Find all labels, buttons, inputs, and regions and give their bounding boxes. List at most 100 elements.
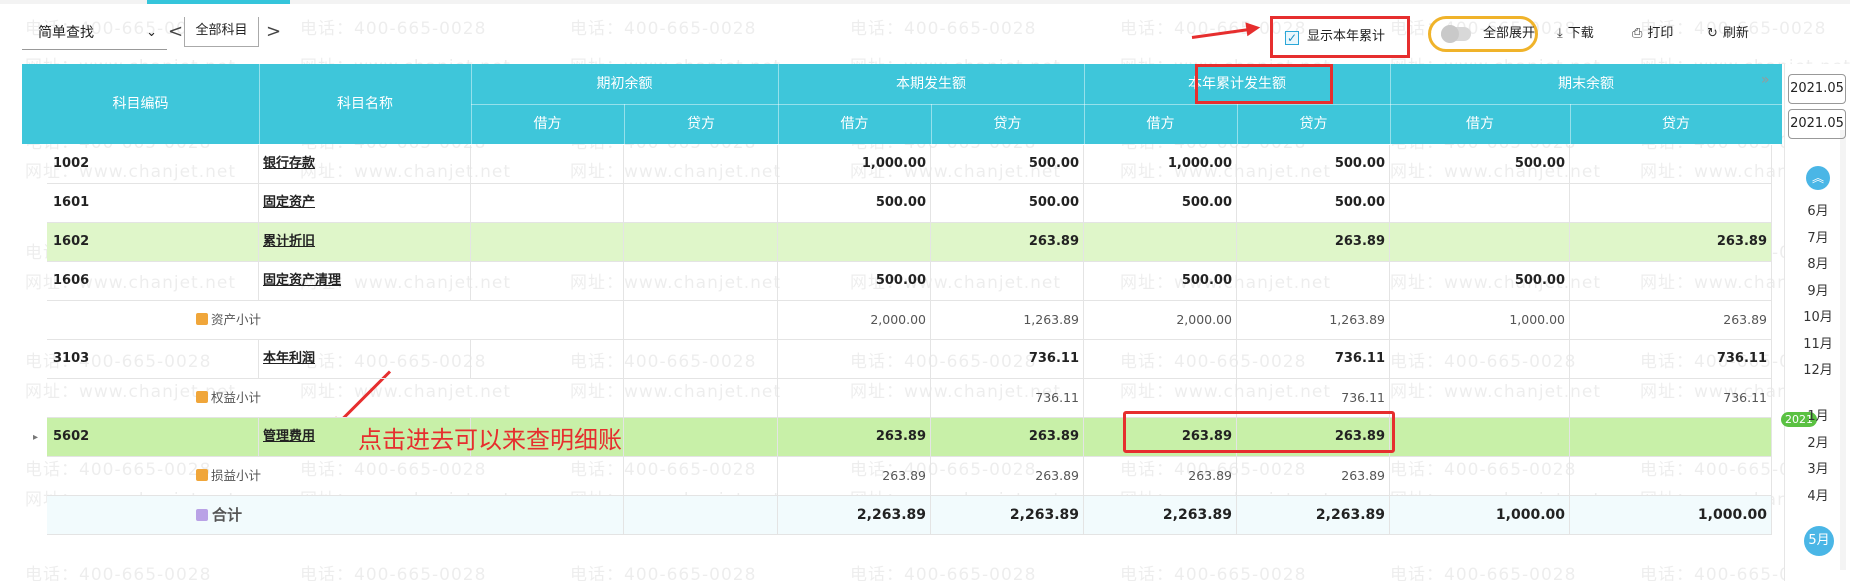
account-name-link[interactable]: 固定资产清理 xyxy=(263,273,341,288)
total-label: 合计 xyxy=(212,506,243,524)
expand-row-icon[interactable]: ▸ xyxy=(33,418,38,457)
table-row[interactable]: 5602 管理费用 263.89 263.89 263.89 263.89 ▸ xyxy=(33,418,1772,457)
table-row[interactable]: 1601 固定资产 500.00 500.00 500.00 500.00 xyxy=(47,184,1772,223)
month-item[interactable]: 11月 xyxy=(1790,333,1846,352)
month-item[interactable]: 7月 xyxy=(1790,227,1846,246)
header-closing-credit: 贷方 xyxy=(1662,116,1690,132)
table-row[interactable]: 权益小计 736.11 736.11 736.11 xyxy=(47,379,1772,418)
account-name-link[interactable]: 银行存款 xyxy=(263,156,315,171)
amount-cell xyxy=(1390,223,1570,261)
amount-cell: 2,263.89 xyxy=(778,496,931,534)
amount-cell xyxy=(624,301,778,339)
amount-cell: 500.00 xyxy=(1390,145,1570,183)
month-item[interactable]: 10月 xyxy=(1790,306,1846,325)
month-item[interactable]: 12月 xyxy=(1790,359,1846,378)
expand-all-toggle[interactable]: 全部展开 xyxy=(1428,16,1538,52)
amount-cell: 263.89 xyxy=(1084,457,1237,495)
amount-cell xyxy=(1570,145,1772,183)
account-scope-button[interactable]: 全部科目 xyxy=(184,17,259,47)
header-name: 科目名称 xyxy=(337,96,393,112)
amount-cell: 1,263.89 xyxy=(1237,301,1390,339)
amount-cell: 500.00 xyxy=(1390,262,1570,300)
account-code: 1606 xyxy=(47,262,259,300)
table-row[interactable]: 合计 2,263.89 2,263.89 2,263.89 2,263.89 1,000.… xyxy=(47,496,1772,535)
table-row[interactable]: 1002 银行存款 1,000.00 500.00 1,000.00 500.00 500.… xyxy=(47,145,1772,184)
header-opening-credit: 贷方 xyxy=(687,116,715,132)
print-label: 打印 xyxy=(1647,26,1674,41)
month-item[interactable]: 8月 xyxy=(1790,253,1846,272)
amount-cell: 1,000.00 xyxy=(1084,145,1237,183)
active-tab-indicator xyxy=(147,0,290,4)
refresh-icon: ↻ xyxy=(1707,26,1718,41)
amount-cell: 1,000.00 xyxy=(778,145,931,183)
amount-cell: 263.89 xyxy=(1237,457,1390,495)
account-code xyxy=(47,379,192,417)
subtotal-label: 权益小计 xyxy=(211,390,262,405)
month-item[interactable]: 3月 xyxy=(1790,458,1846,477)
month-item-active[interactable]: 5月 xyxy=(1804,526,1834,556)
checkbox-checked-icon[interactable]: ✓ xyxy=(1285,31,1299,45)
account-name-link[interactable]: 固定资产 xyxy=(263,195,315,210)
amount-cell xyxy=(778,379,931,417)
amount-cell: 2,000.00 xyxy=(778,301,931,339)
collapse-panel-icon[interactable]: » xyxy=(1761,72,1770,88)
account-name-cell: 固定资产 xyxy=(259,184,471,222)
header-period-debit: 借方 xyxy=(840,116,869,132)
ledger-balance-screen: 电话：400-665-0028 电话：400-665-0028 电话：400-665… xyxy=(0,0,1850,581)
table-row[interactable]: 损益小计 263.89 263.89 263.89 263.89 xyxy=(47,457,1772,496)
account-name-link[interactable]: 本年利润 xyxy=(263,351,315,366)
month-item[interactable]: 4月 xyxy=(1790,485,1846,504)
amount-cell: 2,263.89 xyxy=(1237,496,1390,534)
toggle-switch-icon[interactable] xyxy=(1441,25,1471,43)
account-name-cell: 累计折旧 xyxy=(259,223,471,261)
amount-cell xyxy=(624,223,778,261)
next-button[interactable]: > xyxy=(266,18,281,46)
chevron-up-icon[interactable]: ︽ xyxy=(1806,166,1830,190)
date-from[interactable]: 2021.05 xyxy=(1788,74,1846,104)
table-row[interactable]: 3103 本年利润 736.11 736.11 736.11 xyxy=(47,340,1772,379)
subtotal-cell: 资产小计 xyxy=(192,301,471,339)
print-button[interactable]: ⎙ 打印 xyxy=(1632,22,1673,46)
table-row[interactable]: 1602 累计折旧 263.89 263.89 263.89 xyxy=(47,223,1772,262)
amount-cell: 263.89 xyxy=(778,457,931,495)
search-mode-select[interactable]: 简单查找 ⌄ xyxy=(22,18,167,50)
amount-cell: 2,000.00 xyxy=(1084,301,1237,339)
account-code: 5602 xyxy=(47,418,259,456)
month-item[interactable]: 9月 xyxy=(1790,280,1846,299)
amount-cell xyxy=(471,223,624,261)
subtotal-cell: 权益小计 xyxy=(192,379,471,417)
download-button[interactable]: ⤓ 下载 xyxy=(1557,22,1594,46)
account-name-cell: 本年利润 xyxy=(259,340,471,378)
account-code: 1002 xyxy=(47,145,259,183)
printer-icon: ⎙ xyxy=(1632,26,1643,41)
table-header: 科目编码 科目名称 期初余额 本期发生额 本年累计发生额 期末余额 借方 贷方 … xyxy=(22,64,1782,144)
header-closing: 期末余额 xyxy=(1558,76,1614,92)
amount-cell: 1,000.00 xyxy=(1390,496,1570,534)
ledger-table: 科目编码 科目名称 期初余额 本期发生额 本年累计发生额 期末余额 借方 贷方 … xyxy=(22,64,1782,581)
prev-button[interactable]: < xyxy=(168,18,183,46)
amount-cell xyxy=(1237,262,1390,300)
amount-cell xyxy=(1390,379,1570,417)
subtotal-label: 资产小计 xyxy=(211,312,262,327)
date-to[interactable]: 2021.05 xyxy=(1788,109,1846,139)
subtotal-label: 损益小计 xyxy=(211,468,262,483)
month-item[interactable]: 1月 xyxy=(1790,405,1846,424)
month-item[interactable]: 6月 xyxy=(1790,200,1846,219)
amount-cell: 500.00 xyxy=(778,262,931,300)
subtotal-icon xyxy=(196,469,208,481)
account-code: 1601 xyxy=(47,184,259,222)
amount-cell xyxy=(471,262,624,300)
account-name-link[interactable]: 管理费用 xyxy=(263,429,315,444)
account-name-link[interactable]: 累计折旧 xyxy=(263,234,315,249)
refresh-button[interactable]: ↻ 刷新 xyxy=(1707,22,1749,46)
month-item[interactable]: 2月 xyxy=(1790,432,1846,451)
header-code: 科目编码 xyxy=(112,96,169,112)
amount-cell: 263.89 xyxy=(778,418,931,456)
table-row[interactable]: 1606 固定资产清理 500.00 500.00 500.00 xyxy=(47,262,1772,301)
table-row[interactable]: 资产小计 2,000.00 1,263.89 2,000.00 1,263.89 1,00… xyxy=(47,301,1772,340)
amount-cell: 263.89 xyxy=(1570,301,1772,339)
amount-cell: 500.00 xyxy=(1084,262,1237,300)
download-label: 下载 xyxy=(1567,26,1594,41)
show-ytd-checkbox[interactable]: ✓ 显示本年累计 xyxy=(1270,16,1410,58)
amount-cell: 500.00 xyxy=(931,145,1084,183)
